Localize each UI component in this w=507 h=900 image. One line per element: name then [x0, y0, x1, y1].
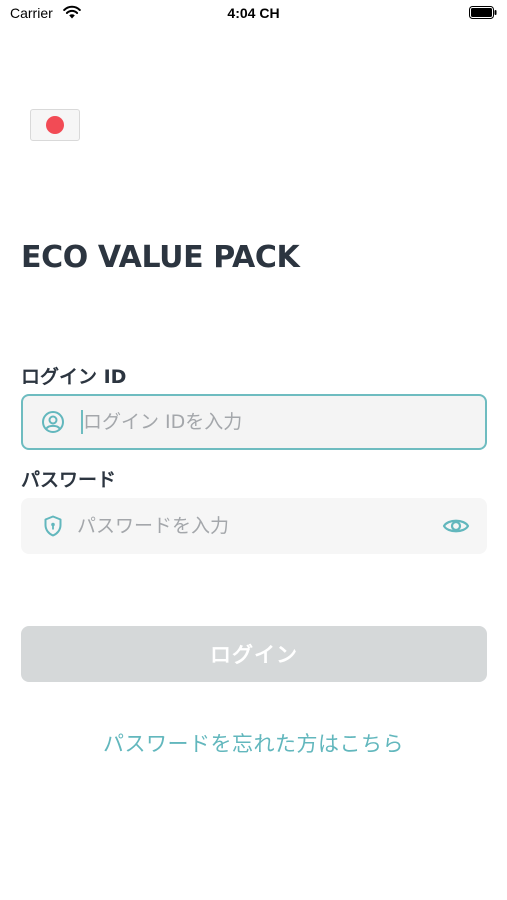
forgot-password-link[interactable]: パスワードを忘れた方はこちら [0, 728, 507, 758]
battery-icon [469, 6, 497, 19]
login-id-label: ログイン ID [21, 366, 127, 388]
shield-lock-icon [44, 515, 62, 537]
japan-flag-icon [46, 116, 64, 134]
status-bar: Carrier 4:04 CH [0, 0, 507, 28]
login-id-input[interactable] [83, 402, 485, 442]
password-input[interactable] [77, 506, 442, 546]
password-label: パスワード [21, 469, 117, 491]
login-button[interactable]: ログイン [21, 626, 487, 682]
password-field[interactable] [21, 498, 487, 554]
login-id-field[interactable] [21, 394, 487, 450]
eye-icon[interactable] [442, 516, 470, 536]
user-circle-icon [42, 411, 64, 433]
status-time: 4:04 CH [227, 5, 280, 21]
app-title: ECO VALUE PACK [21, 240, 300, 275]
language-selector-button[interactable] [30, 109, 80, 141]
